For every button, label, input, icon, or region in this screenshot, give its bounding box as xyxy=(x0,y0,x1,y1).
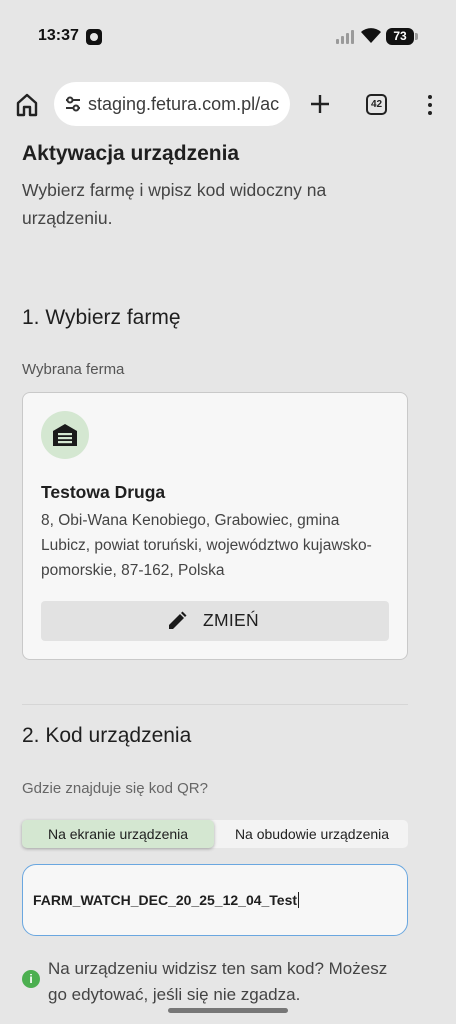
tabs-icon[interactable]: 42 xyxy=(366,94,387,115)
browser-toolbar: staging.fetura.com.pl/ac 42 xyxy=(0,72,456,136)
section-divider xyxy=(22,704,408,705)
url-text: staging.fetura.com.pl/ac xyxy=(88,94,280,114)
change-farm-button[interactable]: ZMIEŃ xyxy=(41,601,389,641)
battery-tip xyxy=(415,33,418,40)
pencil-icon xyxy=(167,611,187,631)
status-bar: 13:37 73 xyxy=(0,0,456,72)
app-notification-icon xyxy=(86,29,102,45)
step2-title: 2. Kod urządzenia xyxy=(22,724,192,747)
page-title: Aktywacja urządzenia xyxy=(22,142,240,165)
info-icon: i xyxy=(22,970,40,988)
page-subtitle: Wybierz farmę i wpisz kod widoczny na ur… xyxy=(22,180,327,228)
change-farm-label: ZMIEŃ xyxy=(203,610,259,630)
device-code-input[interactable]: FARM_WATCH_DEC_20_25_12_04_Test xyxy=(22,864,408,936)
barn-icon xyxy=(53,424,77,446)
qr-location-toggle: Na ekranie urządzenia Na obudowie urządz… xyxy=(22,820,408,848)
new-tab-plus-icon[interactable] xyxy=(306,90,334,118)
farm-address: 8, Obi-Wana Kenobiego, Grabowiec, gmina … xyxy=(41,512,372,579)
home-indicator[interactable] xyxy=(168,1008,288,1013)
signal-icon xyxy=(336,30,356,44)
site-settings-icon[interactable] xyxy=(64,95,82,113)
farm-avatar xyxy=(41,411,89,459)
code-info-text: Na urządzeniu widzisz ten sam kod? Możes… xyxy=(48,959,388,1004)
selected-farm-label: Wybrana ferma xyxy=(22,361,125,378)
step1-title: 1. Wybierz farmę xyxy=(22,306,181,329)
wifi-icon xyxy=(360,28,382,44)
battery-icon: 73 xyxy=(386,28,414,45)
selected-farm-card: Testowa Druga 8, Obi-Wana Kenobiego, Gra… xyxy=(22,392,408,660)
toggle-option-device-casing[interactable]: Na obudowie urządzenia xyxy=(216,820,408,848)
home-icon[interactable] xyxy=(14,92,40,118)
overflow-menu-icon[interactable] xyxy=(420,92,440,118)
device-code-value: FARM_WATCH_DEC_20_25_12_04_Test xyxy=(33,892,298,908)
toggle-option-device-screen[interactable]: Na ekranie urządzenia xyxy=(22,820,214,848)
page-content: Aktywacja urządzenia Wybierz farmę i wpi… xyxy=(0,136,456,1024)
status-time: 13:37 xyxy=(38,27,79,44)
farm-name: Testowa Druga xyxy=(41,482,166,502)
address-bar[interactable]: staging.fetura.com.pl/ac xyxy=(54,82,290,126)
qr-location-question: Gdzie znajduje się kod QR? xyxy=(22,780,208,797)
